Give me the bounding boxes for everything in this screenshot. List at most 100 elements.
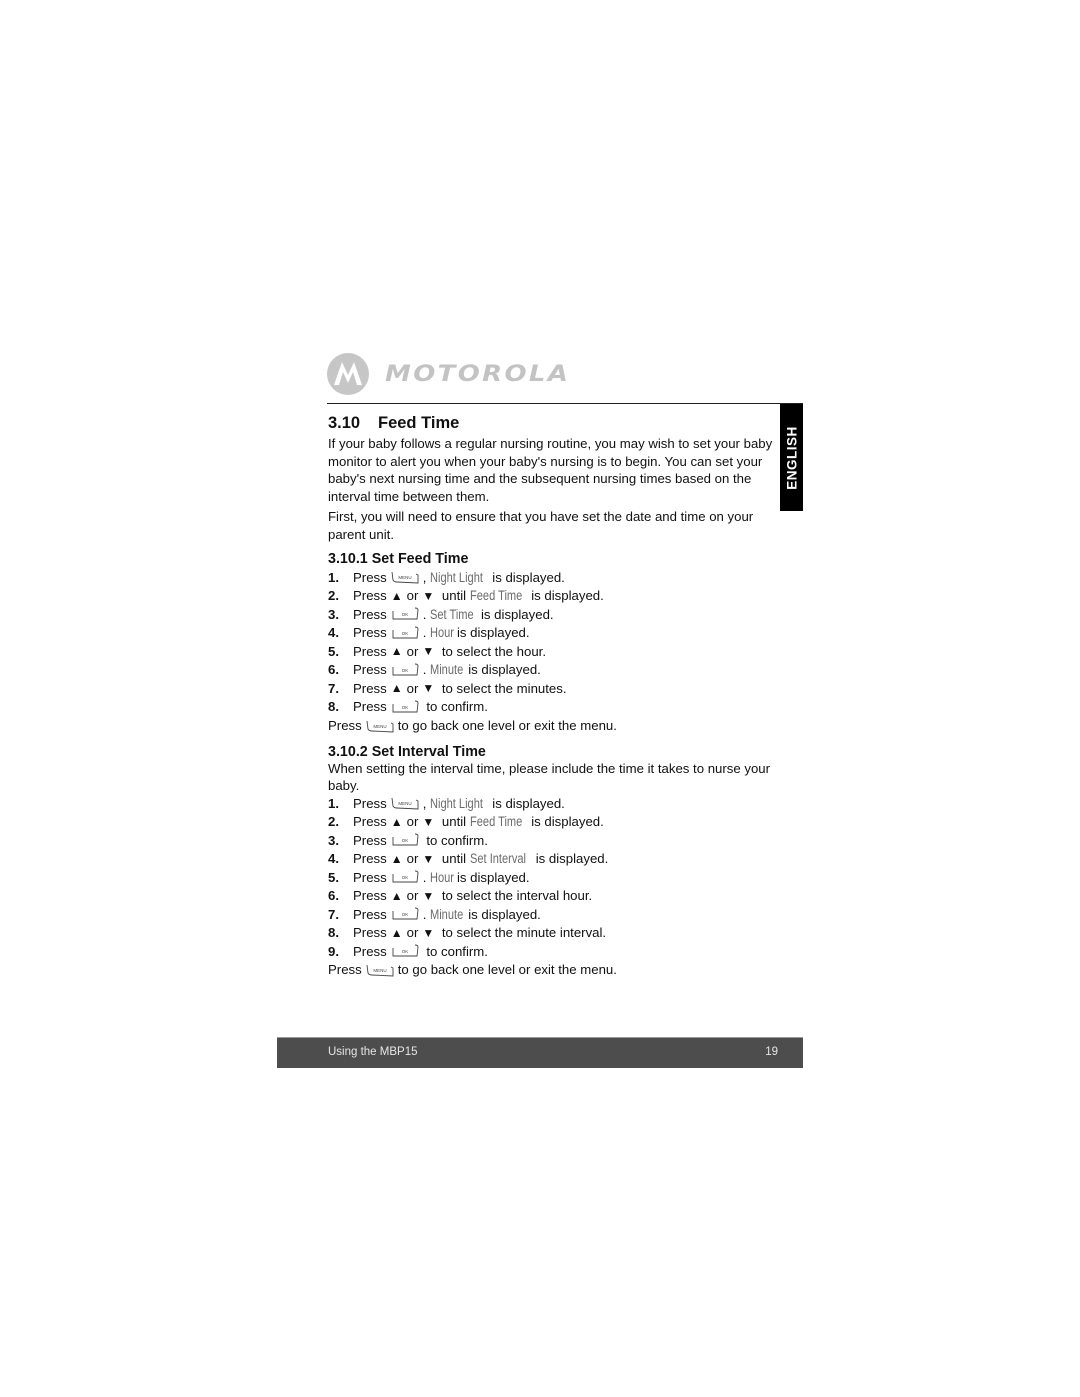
subsection-heading-set-interval-time: 3.10.2 Set Interval Time bbox=[328, 744, 486, 760]
svg-text:OK: OK bbox=[401, 668, 408, 673]
press-word: Press bbox=[353, 662, 387, 677]
svg-text:OK: OK bbox=[401, 631, 408, 636]
step-text: until bbox=[438, 588, 470, 603]
step-item: 8. Press ▲ or ▼ to select the minute interva… bbox=[328, 924, 783, 943]
svg-text:OK: OK bbox=[401, 838, 408, 843]
ok-key-icon: OK bbox=[391, 907, 419, 921]
step-item: 5. Press OK. Hour is displayed. bbox=[328, 868, 783, 887]
step-text: to confirm. bbox=[422, 943, 488, 959]
step-number: 1. bbox=[328, 795, 339, 811]
step-number: 4. bbox=[328, 625, 339, 640]
interval-intro: When setting the interval time, please i… bbox=[328, 761, 771, 793]
or-word: or bbox=[406, 643, 419, 659]
up-arrow-icon: ▲ bbox=[390, 644, 403, 659]
down-arrow-icon: ▼ bbox=[422, 644, 435, 659]
separator: , bbox=[422, 569, 431, 585]
or-word: or bbox=[406, 925, 419, 940]
step-number: 3. bbox=[328, 606, 339, 622]
svg-text:OK: OK bbox=[401, 949, 408, 954]
press-word: Press bbox=[353, 699, 387, 714]
step-text: until bbox=[438, 851, 470, 866]
step-item: 4. Press OK. Hour is displayed. bbox=[328, 624, 783, 643]
step-number: 6. bbox=[328, 888, 339, 903]
svg-text:MENU: MENU bbox=[373, 724, 386, 729]
up-arrow-icon: ▲ bbox=[390, 814, 403, 829]
display-text: Night Light bbox=[430, 569, 483, 585]
section-title: Feed Time bbox=[378, 414, 460, 432]
language-tab: ENGLISH bbox=[780, 404, 803, 511]
press-word: Press bbox=[353, 925, 387, 940]
step-text: is displayed. bbox=[477, 606, 554, 622]
ok-key-icon: OK bbox=[391, 626, 419, 640]
step-number: 5. bbox=[328, 643, 339, 659]
step-number: 8. bbox=[328, 699, 339, 714]
step-item: 7. Press ▲ or ▼ to select the minutes. bbox=[328, 679, 783, 698]
down-arrow-icon: ▼ bbox=[422, 588, 435, 603]
step-text: is displayed. bbox=[532, 851, 609, 866]
step-number: 7. bbox=[328, 906, 339, 922]
svg-text:MENU: MENU bbox=[373, 968, 386, 973]
header-rule bbox=[327, 403, 803, 404]
press-word: Press bbox=[353, 888, 387, 903]
up-arrow-icon: ▲ bbox=[390, 851, 403, 866]
down-arrow-icon: ▼ bbox=[422, 851, 435, 866]
step-text: is displayed. bbox=[527, 814, 604, 829]
display-text: Hour bbox=[430, 869, 455, 885]
svg-text:OK: OK bbox=[401, 912, 408, 917]
step-text: is displayed. bbox=[464, 906, 541, 922]
press-word: Press bbox=[353, 814, 387, 829]
step-text: to confirm. bbox=[422, 832, 488, 848]
back-instruction: Press MENU to go back one level or exit … bbox=[328, 962, 617, 978]
down-arrow-icon: ▼ bbox=[422, 814, 435, 829]
step-item: 5. Press ▲ or ▼ to select the hour. bbox=[328, 642, 783, 661]
press-word: Press bbox=[353, 606, 387, 622]
page-footer: Using the MBP15 19 bbox=[277, 1038, 803, 1068]
up-arrow-icon: ▲ bbox=[390, 588, 403, 603]
svg-text:MENU: MENU bbox=[398, 801, 411, 806]
ok-key-icon: OK bbox=[391, 944, 419, 958]
step-item: 4. Press ▲ or ▼ until Set Interval is displa… bbox=[328, 850, 783, 869]
step-number: 6. bbox=[328, 662, 339, 677]
set-feed-time-steps: 1. Press MENU, Night Light is displayed. 2.… bbox=[328, 568, 783, 716]
press-word: Press bbox=[353, 569, 387, 585]
subsection-heading-set-feed-time: 3.10.1 Set Feed Time bbox=[328, 551, 469, 567]
step-number: 2. bbox=[328, 588, 339, 603]
section-heading: 3.10 Feed Time bbox=[328, 412, 783, 434]
press-word: Press bbox=[353, 832, 387, 848]
back-instruction: Press MENU to go back one level or exit … bbox=[328, 717, 617, 733]
separator: . bbox=[422, 606, 431, 622]
motorola-batwing-icon bbox=[327, 353, 369, 395]
ok-key-icon: OK bbox=[391, 700, 419, 714]
section-intro: If your baby follows a regular nursing r… bbox=[328, 436, 773, 504]
display-text: Night Light bbox=[430, 795, 483, 811]
step-item: 1. Press MENU, Night Light is displayed. bbox=[328, 568, 783, 587]
ok-key-icon: OK bbox=[391, 607, 419, 621]
step-text: is displayed. bbox=[488, 795, 565, 811]
up-arrow-icon: ▲ bbox=[390, 925, 403, 940]
step-item: 2. Press ▲ or ▼ until Feed Time is displayed… bbox=[328, 587, 783, 606]
motorola-logo: MOTOROLA bbox=[327, 352, 568, 396]
step-number: 2. bbox=[328, 814, 339, 829]
press-word: Press bbox=[353, 869, 387, 885]
up-arrow-icon: ▲ bbox=[390, 888, 403, 903]
step-number: 1. bbox=[328, 569, 339, 585]
step-item: 1. Press MENU, Night Light is displayed. bbox=[328, 794, 783, 813]
step-item: 3. Press OK. Set Time is displayed. bbox=[328, 605, 783, 624]
display-text: Set Time bbox=[430, 606, 474, 622]
separator: . bbox=[422, 869, 431, 885]
svg-text:OK: OK bbox=[401, 612, 408, 617]
press-word: Press bbox=[353, 795, 387, 811]
press-word: Press bbox=[353, 680, 387, 696]
step-text: until bbox=[438, 814, 470, 829]
step-number: 9. bbox=[328, 943, 339, 959]
step-text: is displayed. bbox=[464, 662, 541, 677]
press-word: Press bbox=[353, 588, 387, 603]
step-number: 4. bbox=[328, 851, 339, 866]
svg-text:OK: OK bbox=[401, 705, 408, 710]
press-word: Press bbox=[353, 643, 387, 659]
menu-key-icon: MENU bbox=[391, 570, 419, 584]
step-number: 5. bbox=[328, 869, 339, 885]
or-word: or bbox=[406, 680, 419, 696]
step-item: 7. Press OK. Minute is displayed. bbox=[328, 905, 783, 924]
menu-key-icon: MENU bbox=[366, 719, 394, 733]
